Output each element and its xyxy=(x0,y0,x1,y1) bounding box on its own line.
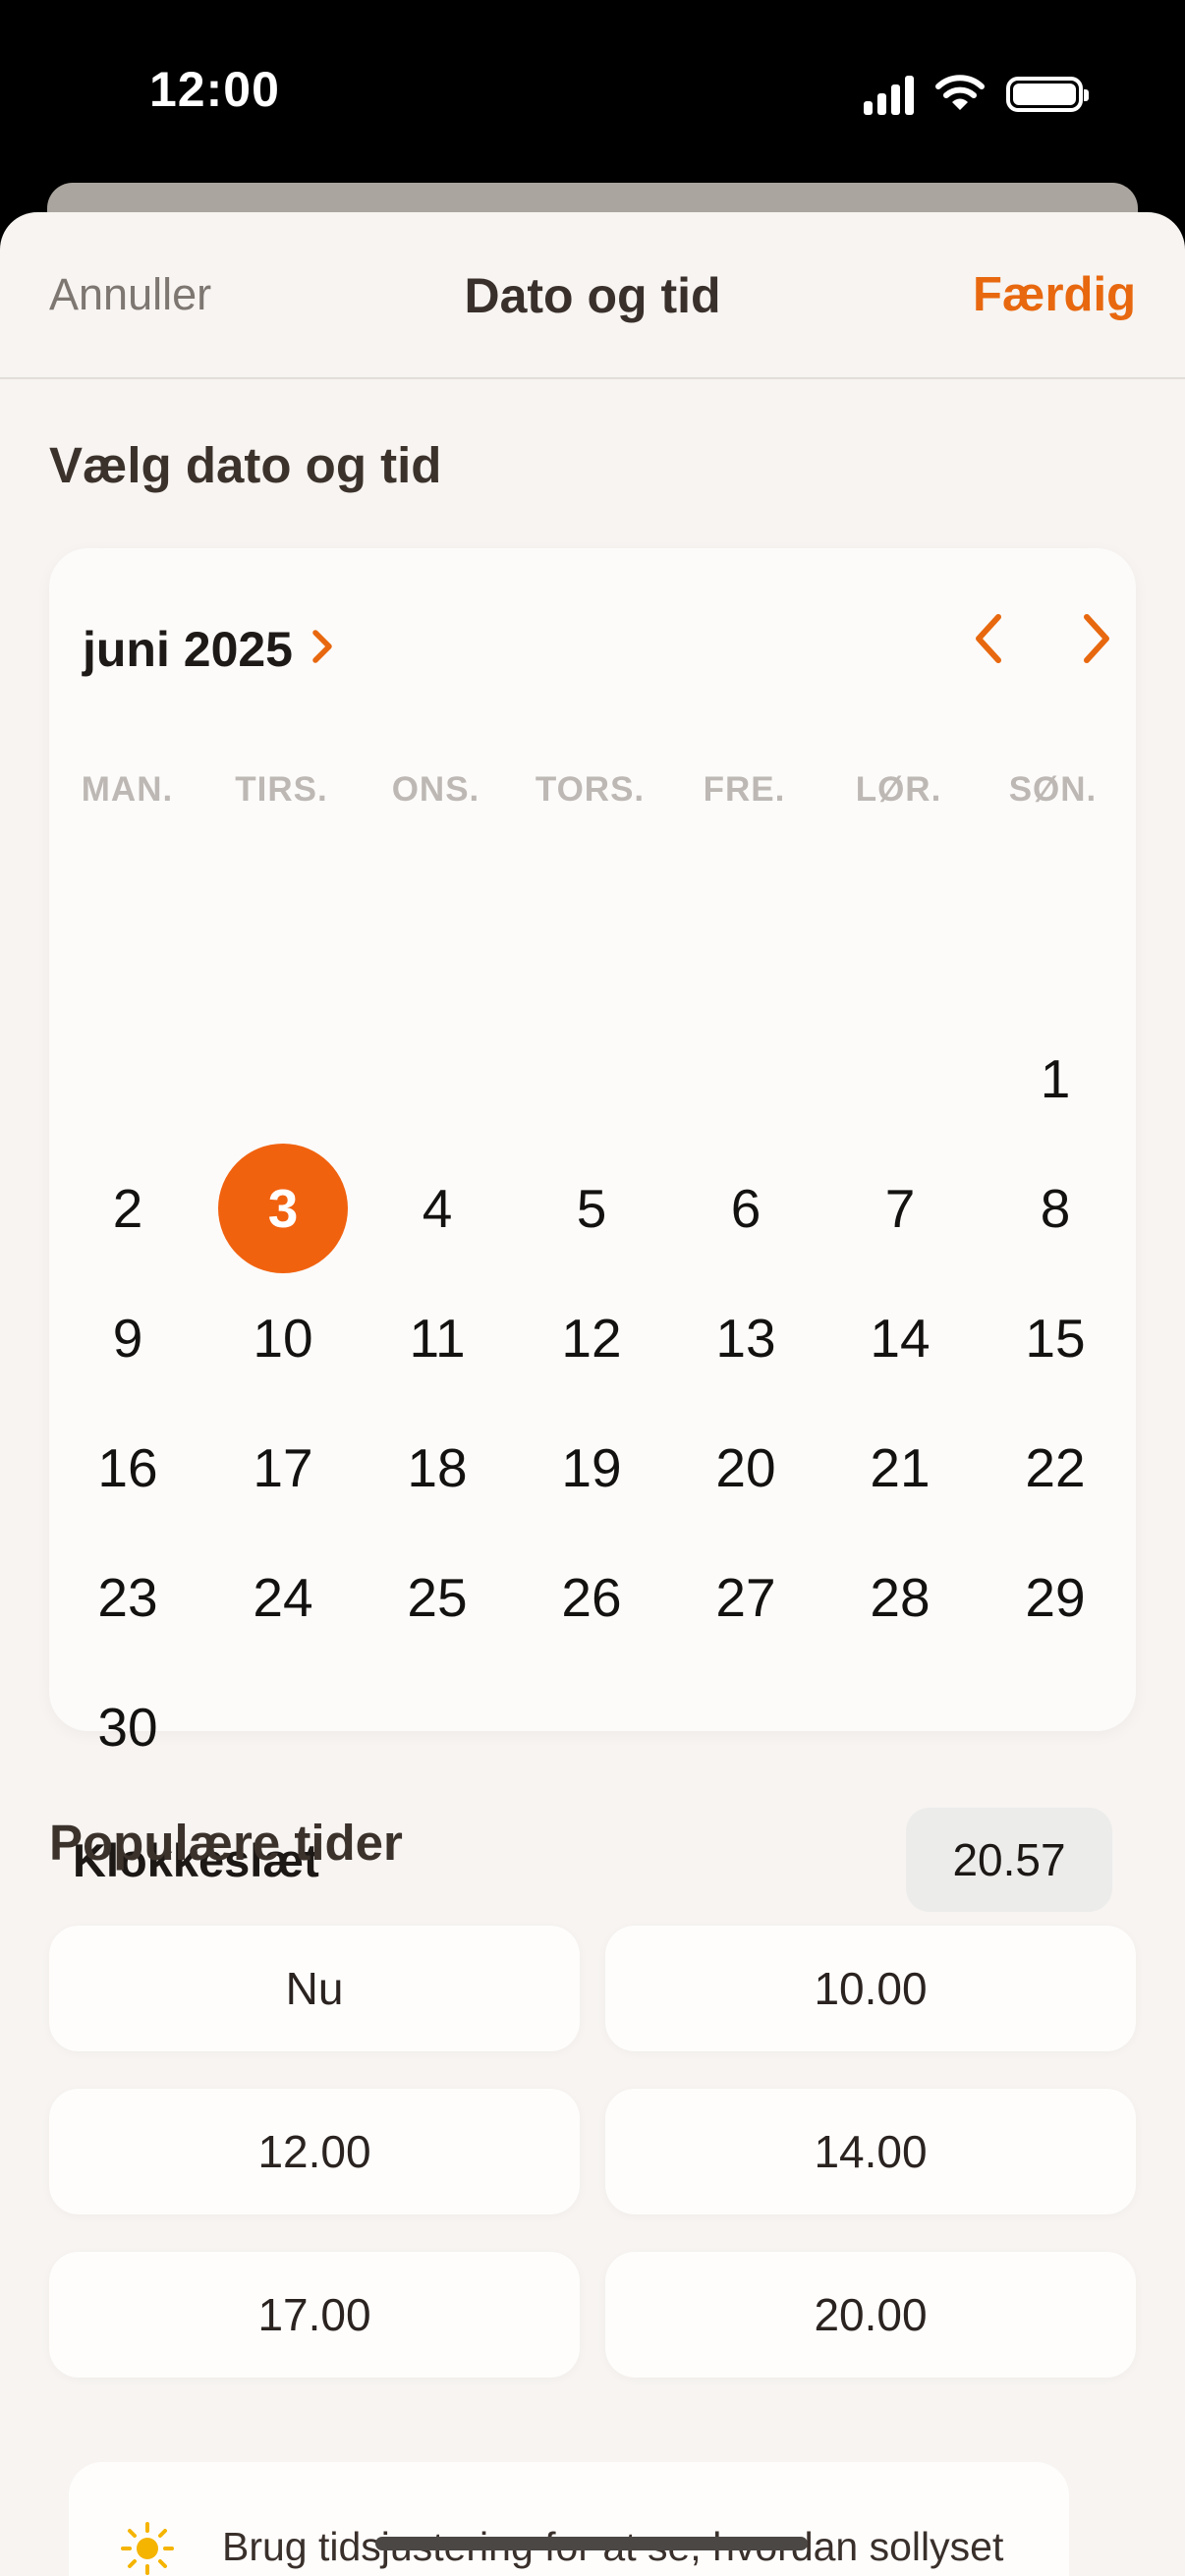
date-time-sheet: Annuller Dato og tid Færdig Vælg dato og… xyxy=(0,212,1185,2576)
popular-time-button[interactable]: 17.00 xyxy=(49,2252,580,2378)
calendar-day[interactable]: 22 xyxy=(990,1403,1120,1533)
calendar-day[interactable]: 30 xyxy=(63,1662,193,1792)
date-section-title: Vælg dato og tid xyxy=(49,437,442,493)
status-icons xyxy=(864,71,1089,118)
calendar-day[interactable]: 8 xyxy=(990,1144,1120,1273)
sun-icon xyxy=(120,2521,175,2576)
calendar-day[interactable]: 12 xyxy=(527,1273,656,1403)
popular-time-button[interactable]: Nu xyxy=(49,1926,580,2051)
status-bar: 12:00 xyxy=(0,0,1185,196)
chevron-right-icon xyxy=(310,621,334,678)
calendar-day[interactable]: 13 xyxy=(681,1273,811,1403)
home-indicator xyxy=(375,2537,808,2550)
calendar-day[interactable]: 29 xyxy=(990,1533,1120,1662)
status-time: 12:00 xyxy=(149,62,280,117)
calendar-day[interactable]: 7 xyxy=(835,1144,965,1273)
calendar-day[interactable]: 20 xyxy=(681,1403,811,1533)
tip-card: Brug tidsjustering for at se, hvordan so… xyxy=(69,2462,1069,2576)
calendar-day[interactable]: 24 xyxy=(218,1533,348,1662)
time-picker[interactable]: 20.57 xyxy=(906,1808,1112,1912)
calendar-day[interactable]: 1 xyxy=(990,1014,1120,1144)
calendar-day[interactable]: 17 xyxy=(218,1403,348,1533)
next-month-button[interactable] xyxy=(1077,609,1116,672)
calendar-day[interactable]: 5 xyxy=(527,1144,656,1273)
nav-bar: Annuller Dato og tid Færdig xyxy=(0,212,1185,379)
calendar-day[interactable]: 6 xyxy=(681,1144,811,1273)
weekday-label: MAN. xyxy=(81,770,174,809)
signal-icon xyxy=(864,74,914,115)
calendar-card: juni 2025 MAN. TIRS. ONS. TORS. FRE. LØR… xyxy=(49,548,1136,1912)
calendar-day[interactable]: 9 xyxy=(63,1273,193,1403)
weekday-label: LØR. xyxy=(855,770,942,809)
month-selector[interactable]: juni 2025 xyxy=(83,621,334,678)
weekday-label: TORS. xyxy=(535,770,646,809)
done-button[interactable]: Færdig xyxy=(973,267,1136,322)
calendar-day[interactable]: 26 xyxy=(527,1533,656,1662)
calendar-day[interactable]: 19 xyxy=(527,1403,656,1533)
battery-icon xyxy=(1006,77,1089,112)
calendar-day[interactable]: 15 xyxy=(990,1273,1120,1403)
calendar-day[interactable]: 2 xyxy=(63,1144,193,1273)
month-label: juni 2025 xyxy=(83,622,293,677)
weekday-label: TIRS. xyxy=(235,770,328,809)
popular-time-button[interactable]: 20.00 xyxy=(605,2252,1136,2378)
wifi-icon xyxy=(935,73,985,116)
calendar-day[interactable]: 4 xyxy=(372,1144,502,1273)
calendar-day[interactable]: 23 xyxy=(63,1533,193,1662)
calendar-day[interactable]: 14 xyxy=(835,1273,965,1403)
calendar-day[interactable]: 11 xyxy=(372,1273,502,1403)
calendar-day-selected[interactable]: 3 xyxy=(218,1144,348,1273)
previous-month-button[interactable] xyxy=(969,609,1008,672)
calendar-day[interactable]: 18 xyxy=(372,1403,502,1533)
calendar-day[interactable]: 25 xyxy=(372,1533,502,1662)
weekday-label: FRE. xyxy=(703,770,786,809)
calendar-day[interactable]: 16 xyxy=(63,1403,193,1533)
popular-section-title: Populære tider xyxy=(49,1815,403,1871)
chevron-left-icon xyxy=(976,614,1001,663)
month-navigation xyxy=(969,609,1116,672)
weekday-label: ONS. xyxy=(391,770,480,809)
weekday-header: MAN. TIRS. ONS. TORS. FRE. LØR. SØN. xyxy=(49,770,1136,819)
calendar-day[interactable]: 21 xyxy=(835,1403,965,1533)
popular-time-button[interactable]: 14.00 xyxy=(605,2089,1136,2214)
calendar-day[interactable]: 28 xyxy=(835,1533,965,1662)
calendar-day[interactable]: 10 xyxy=(218,1273,348,1403)
popular-time-button[interactable]: 12.00 xyxy=(49,2089,580,2214)
chevron-right-icon xyxy=(1084,614,1109,663)
popular-time-button[interactable]: 10.00 xyxy=(605,1926,1136,2051)
calendar-day[interactable]: 27 xyxy=(681,1533,811,1662)
weekday-label: SØN. xyxy=(1008,770,1098,809)
